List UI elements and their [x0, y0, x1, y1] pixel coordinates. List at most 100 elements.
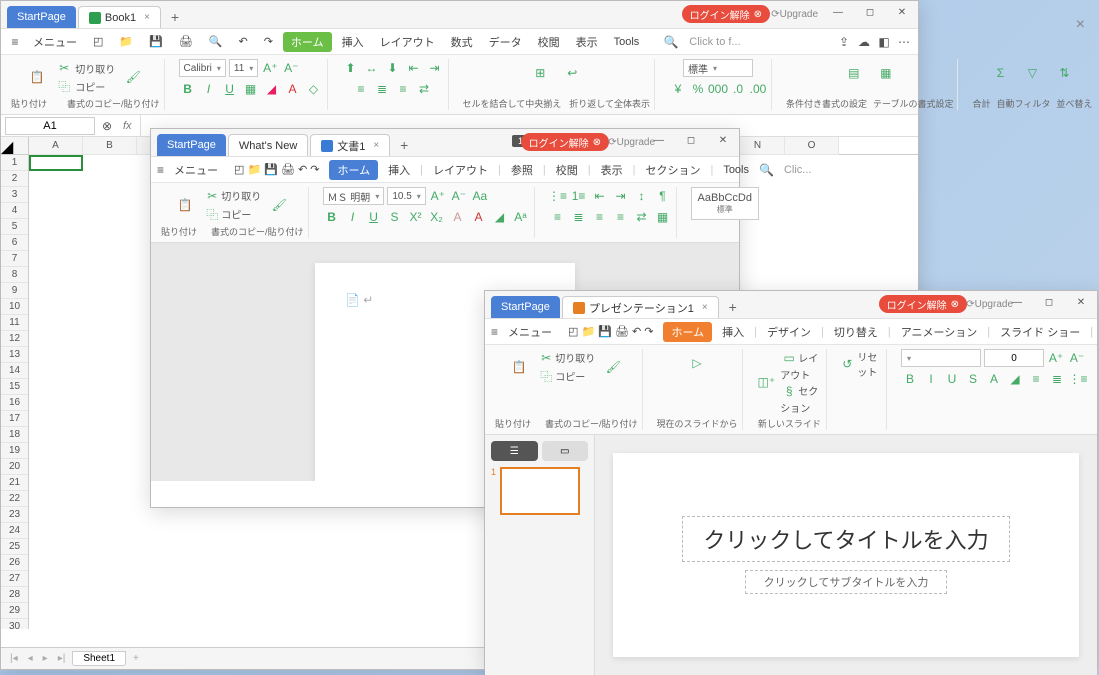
tab-home[interactable]: ホーム — [283, 32, 332, 52]
tab-transition[interactable]: 切り替え — [828, 322, 884, 342]
upgrade-link[interactable]: ⟳ Upgrade — [763, 5, 826, 23]
wr-tab-whatsnew[interactable]: What's New — [228, 134, 308, 156]
tab-insert[interactable]: 挿入 — [716, 322, 750, 342]
size-select[interactable]: 10.5▾ — [387, 187, 425, 205]
fill-color-icon[interactable]: ◢ — [263, 80, 281, 98]
row-header[interactable]: 4 — [1, 203, 28, 219]
col-header[interactable]: A — [29, 137, 83, 155]
row-header[interactable]: 22 — [1, 491, 28, 507]
paste-icon[interactable]: 📋 — [23, 63, 51, 91]
row-headers[interactable]: 1234567891011121314151617181920212223242… — [1, 155, 29, 629]
add-sheet-icon[interactable]: + — [130, 653, 142, 664]
tab-home[interactable]: ホーム — [329, 160, 378, 180]
currency-icon[interactable]: ¥ — [669, 80, 687, 98]
row-header[interactable]: 16 — [1, 395, 28, 411]
menu-button[interactable]: メニュー — [27, 32, 83, 52]
row-header[interactable]: 24 — [1, 523, 28, 539]
number-format-select[interactable]: 標準▾ — [683, 59, 753, 77]
align-top-icon[interactable]: ⬆ — [342, 59, 360, 77]
clear-format-icon[interactable]: ◇ — [305, 80, 323, 98]
row-header[interactable]: 28 — [1, 587, 28, 603]
shrink-font-icon[interactable]: A⁻ — [282, 59, 300, 77]
row-header[interactable]: 9 — [1, 283, 28, 299]
indent-dec-icon[interactable]: ⇤ — [405, 59, 423, 77]
tab-layout[interactable]: レイアウト — [374, 32, 441, 52]
window-icon[interactable]: ◧ — [876, 34, 892, 50]
row-header[interactable]: 25 — [1, 539, 28, 555]
size-input[interactable] — [984, 349, 1044, 367]
font-color-icon[interactable]: A — [284, 80, 302, 98]
filter-icon[interactable]: ▽ — [1018, 59, 1046, 87]
search-field[interactable]: Clic... — [778, 162, 818, 178]
row-header[interactable]: 8 — [1, 267, 28, 283]
tab-layout[interactable]: レイアウト — [427, 160, 494, 180]
cond-format-icon[interactable]: ▤ — [840, 59, 868, 87]
row-header[interactable]: 26 — [1, 555, 28, 571]
rtl-icon[interactable]: ⇄ — [415, 80, 433, 98]
row-header[interactable]: 12 — [1, 331, 28, 347]
row-header[interactable]: 2 — [1, 171, 28, 187]
copy-icon[interactable]: ⿻ — [537, 367, 555, 385]
wr-tab-startpage[interactable]: StartPage — [157, 134, 226, 156]
minimize-button[interactable]: — — [1001, 291, 1033, 313]
row-header[interactable]: 27 — [1, 571, 28, 587]
menu-button[interactable]: メニュー — [502, 322, 558, 342]
row-header[interactable]: 23 — [1, 507, 28, 523]
sheet-prev-icon[interactable]: ◂ — [25, 653, 36, 664]
row-header[interactable]: 11 — [1, 315, 28, 331]
copy-icon[interactable]: ⿻ — [203, 205, 221, 223]
maximize-button[interactable]: ◻ — [1033, 291, 1065, 313]
row-header[interactable]: 18 — [1, 427, 28, 443]
dec-dec-icon[interactable]: .00 — [749, 80, 767, 98]
row-header[interactable]: 21 — [1, 475, 28, 491]
more-icon[interactable]: ⋯ — [896, 34, 912, 50]
row-header[interactable]: 19 — [1, 443, 28, 459]
align-right-icon[interactable]: ≡ — [394, 80, 412, 98]
font-select[interactable]: ＭＳ 明朝▾ — [323, 187, 385, 205]
select-all-corner[interactable]: ◢ — [1, 137, 29, 155]
align-center-icon[interactable]: ≣ — [373, 80, 391, 98]
reset-icon[interactable]: ↺ — [841, 355, 853, 373]
pr-tab-startpage[interactable]: StartPage — [491, 296, 560, 318]
border-icon[interactable]: ▦ — [242, 80, 260, 98]
align-mid-icon[interactable]: ↔ — [363, 59, 381, 77]
paste-icon[interactable]: 📋 — [171, 191, 199, 219]
wr-tab-doc[interactable]: 文書1 × — [310, 134, 390, 156]
qat-preview-icon[interactable]: 🔍 — [203, 33, 229, 50]
font-select[interactable]: ▾ — [901, 349, 981, 367]
qat-new-icon[interactable]: ◰ — [87, 33, 109, 50]
tab-review[interactable]: 校閲 — [532, 32, 566, 52]
format-painter-icon[interactable]: 🖌 — [265, 191, 293, 219]
subtitle-placeholder[interactable]: クリックしてサブタイトルを入力 — [745, 570, 948, 594]
row-header[interactable]: 14 — [1, 363, 28, 379]
from-current-icon[interactable]: ▷ — [683, 349, 711, 377]
format-painter-icon[interactable]: 🖌 — [599, 353, 627, 381]
table-format-icon[interactable]: ▦ — [872, 59, 900, 87]
tab-section[interactable]: セクション — [639, 160, 706, 180]
indent-inc-icon[interactable]: ⇥ — [426, 59, 444, 77]
cut-icon[interactable]: ✂ — [203, 187, 221, 205]
sum-icon[interactable]: Σ — [986, 59, 1014, 87]
row-header[interactable]: 6 — [1, 235, 28, 251]
search-field[interactable]: Click to f... — [683, 34, 746, 50]
menu-button[interactable]: メニュー — [168, 160, 224, 180]
row-header[interactable]: 17 — [1, 411, 28, 427]
cloud-icon[interactable]: ☁ — [856, 34, 872, 50]
font-select[interactable]: Calibri▾ — [179, 59, 226, 77]
sheet-next-icon[interactable]: ▸ — [40, 653, 51, 664]
qat-open-icon[interactable]: 📁 — [113, 33, 139, 50]
tab-view[interactable]: 表示 — [570, 32, 604, 52]
align-bot-icon[interactable]: ⬇ — [384, 59, 402, 77]
close-button[interactable]: × — [1076, 12, 1085, 38]
minimize-button[interactable]: — — [822, 1, 854, 23]
row-header[interactable]: 30 — [1, 619, 28, 629]
new-slide-icon[interactable]: ◫⁺ — [757, 368, 777, 396]
underline-icon[interactable]: U — [221, 80, 239, 98]
tab-insert[interactable]: 挿入 — [336, 32, 370, 52]
sort-icon[interactable]: ⇅ — [1050, 59, 1078, 87]
row-header[interactable]: 10 — [1, 299, 28, 315]
login-pill[interactable]: ログイン解除⊗ — [521, 133, 609, 151]
outline-toggle[interactable]: ☰ — [491, 441, 538, 461]
cut-icon[interactable]: ✂ — [55, 59, 73, 77]
close-icon[interactable]: × — [144, 12, 150, 23]
